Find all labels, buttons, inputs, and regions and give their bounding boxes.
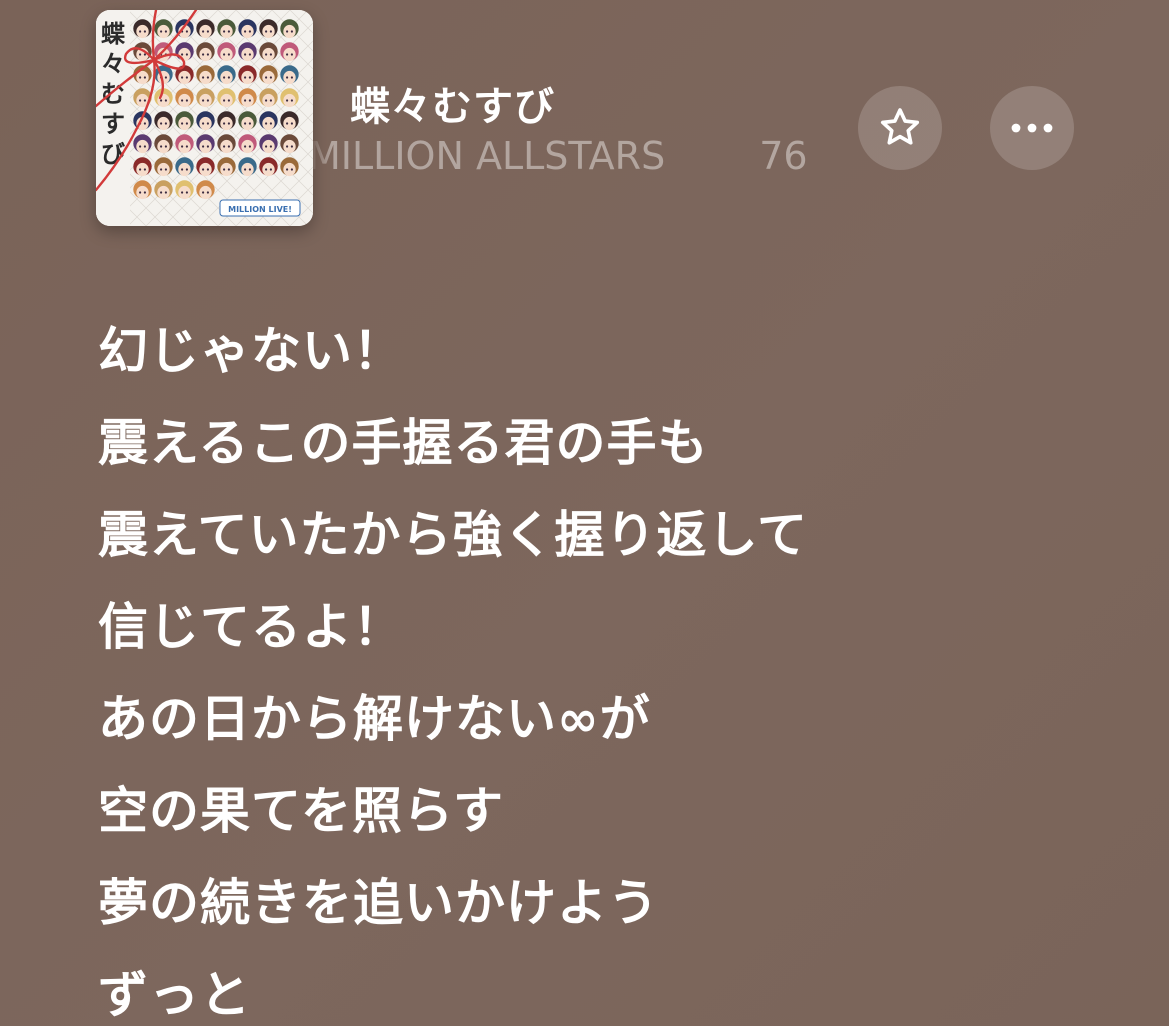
artwork-title-glyph: 蝶 bbox=[101, 19, 126, 48]
lyrics-screen: MILLION LIVE! 蝶々むすび 蝶々むすび MILLION ALLSTAR… bbox=[0, 0, 1169, 1026]
lyric-line[interactable]: 幻じゃない！ bbox=[98, 316, 808, 408]
lyric-line[interactable]: 夢の続きを追いかけよう bbox=[98, 868, 808, 960]
artwork-title-glyph: 々 bbox=[101, 49, 125, 78]
favorite-button[interactable] bbox=[858, 86, 942, 170]
artist-name: MILLION ALLSTARS bbox=[308, 134, 666, 178]
lyric-line[interactable]: ずっと bbox=[98, 960, 808, 1026]
lyrics-list: 幻じゃない！ 震えるこの手握る君の手も 震えていたから強く握り返して 信じてるよ… bbox=[98, 316, 808, 1026]
lyric-line[interactable]: 震えていたから強く握り返して bbox=[98, 500, 808, 592]
ellipsis-icon bbox=[1011, 123, 1053, 133]
song-subtitle-marquee[interactable]: MILLION ALLSTARS 76 bbox=[308, 134, 848, 184]
song-title[interactable]: 蝶々むすび bbox=[350, 74, 555, 132]
lyric-line[interactable]: 信じてるよ！ bbox=[98, 592, 808, 684]
artwork-title-glyph: す bbox=[101, 109, 125, 138]
subtitle-extra-text: 76 bbox=[759, 134, 808, 178]
album-artwork-image: MILLION LIVE!蝶々むすび bbox=[96, 10, 313, 226]
artwork-logo-text: MILLION LIVE! bbox=[228, 205, 292, 214]
lyric-line[interactable]: 震えるこの手握る君の手も bbox=[98, 408, 808, 500]
lyric-line[interactable]: 空の果てを照らす bbox=[98, 776, 808, 868]
star-outline-icon bbox=[880, 108, 920, 145]
lyric-line[interactable]: あの日から解けない∞が bbox=[98, 684, 808, 776]
album-artwork[interactable]: MILLION LIVE! 蝶々むすび bbox=[96, 10, 313, 226]
more-options-button[interactable] bbox=[990, 86, 1074, 170]
